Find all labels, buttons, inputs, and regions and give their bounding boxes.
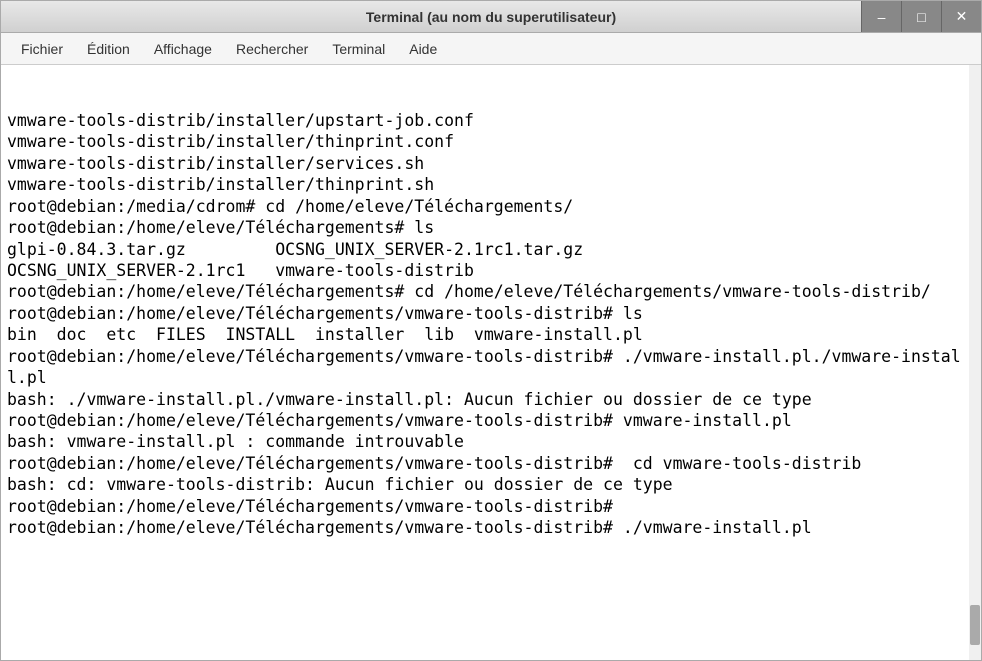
terminal-line: root@debian:/home/eleve/Téléchargements/… xyxy=(7,410,961,431)
terminal-line: OCSNG_UNIX_SERVER-2.1rc1 vmware-tools-di… xyxy=(7,260,961,281)
terminal-line: root@debian:/home/eleve/Téléchargements/… xyxy=(7,496,961,517)
menu-aide[interactable]: Aide xyxy=(397,35,449,63)
terminal-line: root@debian:/home/eleve/Téléchargements/… xyxy=(7,453,961,474)
terminal-line: root@debian:/home/eleve/Téléchargements#… xyxy=(7,217,961,238)
terminal-output[interactable]: vmware-tools-distrib/installer/upstart-j… xyxy=(1,65,981,660)
terminal-line: vmware-tools-distrib/installer/services.… xyxy=(7,153,961,174)
menu-rechercher[interactable]: Rechercher xyxy=(224,35,320,63)
close-button[interactable]: ✕ xyxy=(941,1,981,32)
terminal-line: root@debian:/home/eleve/Téléchargements/… xyxy=(7,517,961,538)
menu-terminal[interactable]: Terminal xyxy=(320,35,397,63)
menubar: Fichier Édition Affichage Rechercher Ter… xyxy=(1,33,981,65)
terminal-line: vmware-tools-distrib/installer/thinprint… xyxy=(7,131,961,152)
terminal-line: bin doc etc FILES INSTALL installer lib … xyxy=(7,324,961,345)
terminal-line: vmware-tools-distrib/installer/thinprint… xyxy=(7,174,961,195)
terminal-line: glpi-0.84.3.tar.gz OCSNG_UNIX_SERVER-2.1… xyxy=(7,239,961,260)
maximize-icon: □ xyxy=(917,9,925,25)
terminal-line: bash: vmware-install.pl : commande intro… xyxy=(7,431,961,452)
terminal-line: vmware-tools-distrib/installer/upstart-j… xyxy=(7,110,961,131)
terminal-line: root@debian:/home/eleve/Téléchargements/… xyxy=(7,303,961,324)
titlebar[interactable]: Terminal (au nom du superutilisateur) – … xyxy=(1,1,981,33)
terminal-line: root@debian:/home/eleve/Téléchargements/… xyxy=(7,346,961,389)
scrollbar-thumb[interactable] xyxy=(970,605,980,645)
menu-edition[interactable]: Édition xyxy=(75,35,142,63)
menu-fichier[interactable]: Fichier xyxy=(9,35,75,63)
terminal-line: bash: cd: vmware-tools-distrib: Aucun fi… xyxy=(7,474,961,495)
minimize-icon: – xyxy=(878,9,886,25)
menu-affichage[interactable]: Affichage xyxy=(142,35,224,63)
terminal-line: root@debian:/media/cdrom# cd /home/eleve… xyxy=(7,196,961,217)
terminal-line: root@debian:/home/eleve/Téléchargements#… xyxy=(7,281,961,302)
close-icon: ✕ xyxy=(956,8,968,25)
terminal-window: Terminal (au nom du superutilisateur) – … xyxy=(0,0,982,661)
minimize-button[interactable]: – xyxy=(861,1,901,32)
scrollbar[interactable] xyxy=(969,65,981,660)
window-title: Terminal (au nom du superutilisateur) xyxy=(366,9,616,25)
window-controls: – □ ✕ xyxy=(861,1,981,32)
terminal-line: bash: ./vmware-install.pl./vmware-instal… xyxy=(7,389,961,410)
maximize-button[interactable]: □ xyxy=(901,1,941,32)
